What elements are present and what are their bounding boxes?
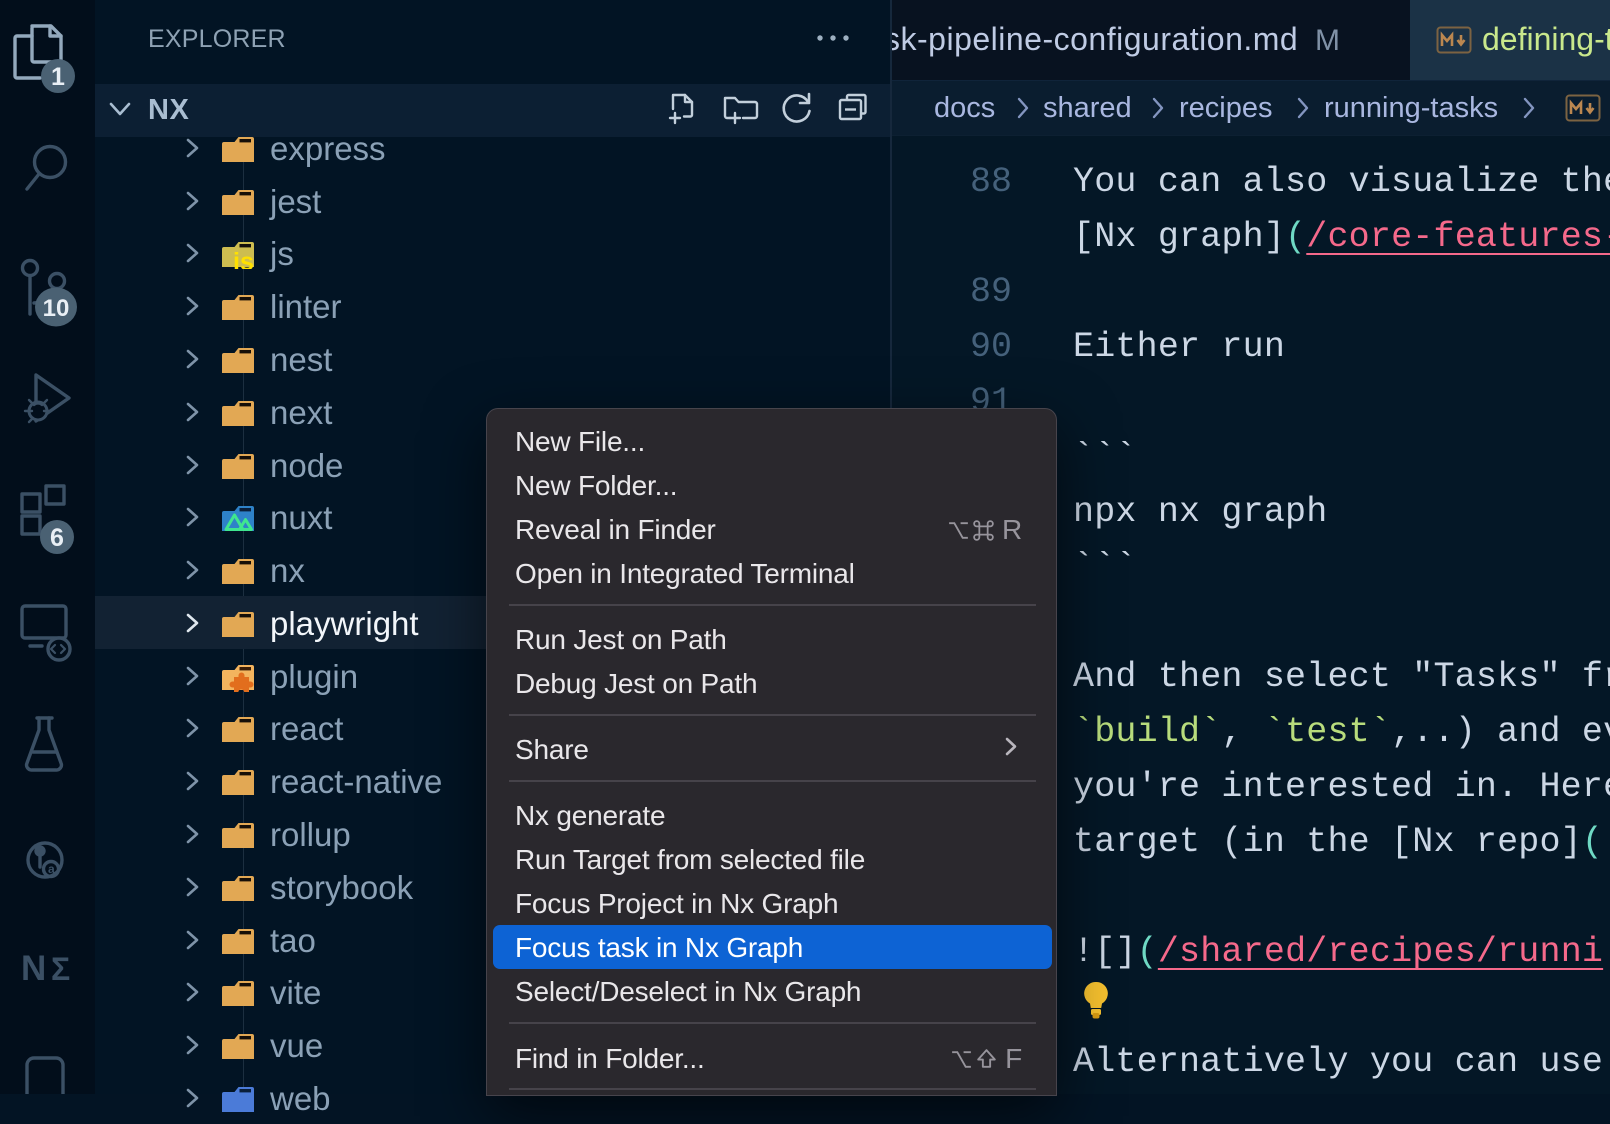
svg-text:10: 10	[43, 295, 70, 322]
svg-text:Σ: Σ	[51, 951, 70, 987]
svg-text:a: a	[48, 862, 55, 876]
svg-text:N: N	[21, 949, 46, 988]
svg-text:6: 6	[50, 524, 64, 552]
svg-text:js: js	[232, 248, 254, 269]
svg-text:1: 1	[51, 63, 65, 91]
